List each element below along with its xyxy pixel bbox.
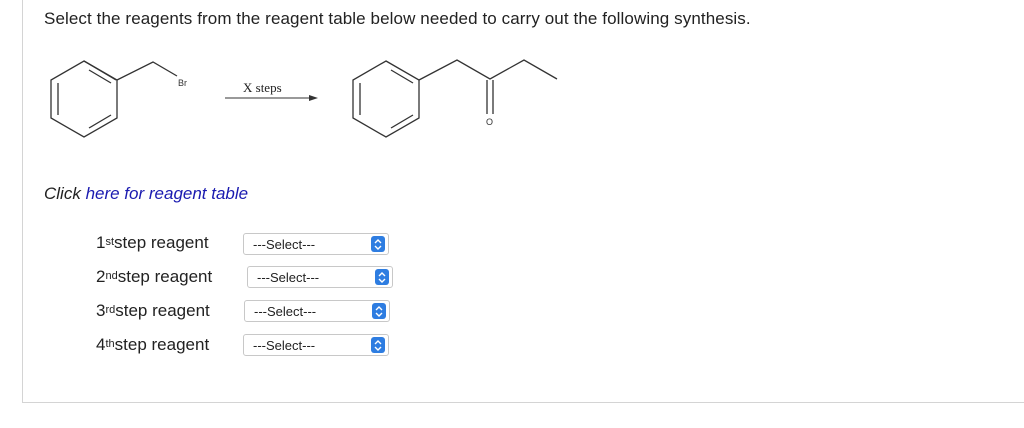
step-1-selected-value: ---Select--- bbox=[253, 236, 316, 252]
up-down-chevron-icon bbox=[371, 236, 385, 252]
reactant-structure bbox=[50, 60, 178, 138]
reagent-table-line: Click here for reagent table bbox=[44, 184, 248, 204]
reagent-table-prefix: Click bbox=[44, 184, 86, 203]
product-oxygen-label: O bbox=[486, 117, 493, 127]
step-label-text-4: step reagent bbox=[114, 335, 210, 354]
product-structure bbox=[352, 59, 558, 138]
step-ordinal-suffix-4: th bbox=[105, 338, 115, 350]
step-2-selected-value: ---Select--- bbox=[257, 269, 320, 285]
step-3-selected-value: ---Select--- bbox=[254, 303, 317, 319]
step-4-selected-value: ---Select--- bbox=[253, 337, 316, 353]
up-down-chevron-icon bbox=[371, 337, 385, 353]
step-2-reagent-select[interactable]: ---Select--- bbox=[247, 266, 393, 288]
step-ordinal-3: 3 bbox=[96, 301, 106, 320]
step-4-reagent-select[interactable]: ---Select--- bbox=[243, 334, 389, 356]
step-label-4: 4th step reagent bbox=[96, 335, 209, 355]
step-label-1: 1st step reagent bbox=[96, 233, 209, 253]
up-down-chevron-icon bbox=[375, 269, 389, 285]
reactant-bromine-label: Br bbox=[178, 78, 187, 88]
product-benzene-ring bbox=[352, 60, 420, 138]
reagent-table-link[interactable]: here for reagent table bbox=[86, 184, 249, 203]
step-ordinal-1: 1 bbox=[96, 233, 106, 252]
step-label-text-1: step reagent bbox=[114, 233, 209, 252]
step-label-2: 2nd step reagent bbox=[96, 267, 212, 287]
step-label-text-3: step reagent bbox=[115, 301, 210, 320]
step-row-1: 1st step reagent bbox=[96, 231, 209, 255]
step-row-3: 3rd step reagent bbox=[96, 299, 210, 323]
step-1-reagent-select[interactable]: ---Select--- bbox=[243, 233, 389, 255]
step-ordinal-suffix-2: nd bbox=[105, 270, 118, 282]
arrow-label: X steps bbox=[243, 80, 282, 95]
step-ordinal-4: 4 bbox=[96, 335, 106, 354]
step-3-reagent-select[interactable]: ---Select--- bbox=[244, 300, 390, 322]
synthesis-scheme: Br X steps O bbox=[50, 59, 558, 138]
step-row-4: 4th step reagent bbox=[96, 333, 209, 357]
reactant-benzene-ring bbox=[50, 60, 118, 138]
reaction-arrow bbox=[225, 95, 318, 101]
step-label-3: 3rd step reagent bbox=[96, 301, 210, 321]
step-ordinal-suffix-1: st bbox=[105, 236, 115, 248]
step-ordinal-2: 2 bbox=[96, 267, 106, 286]
up-down-chevron-icon bbox=[372, 303, 386, 319]
step-label-text-2: step reagent bbox=[117, 267, 213, 286]
step-row-2: 2nd step reagent bbox=[96, 265, 212, 289]
step-ordinal-suffix-3: rd bbox=[105, 304, 116, 316]
